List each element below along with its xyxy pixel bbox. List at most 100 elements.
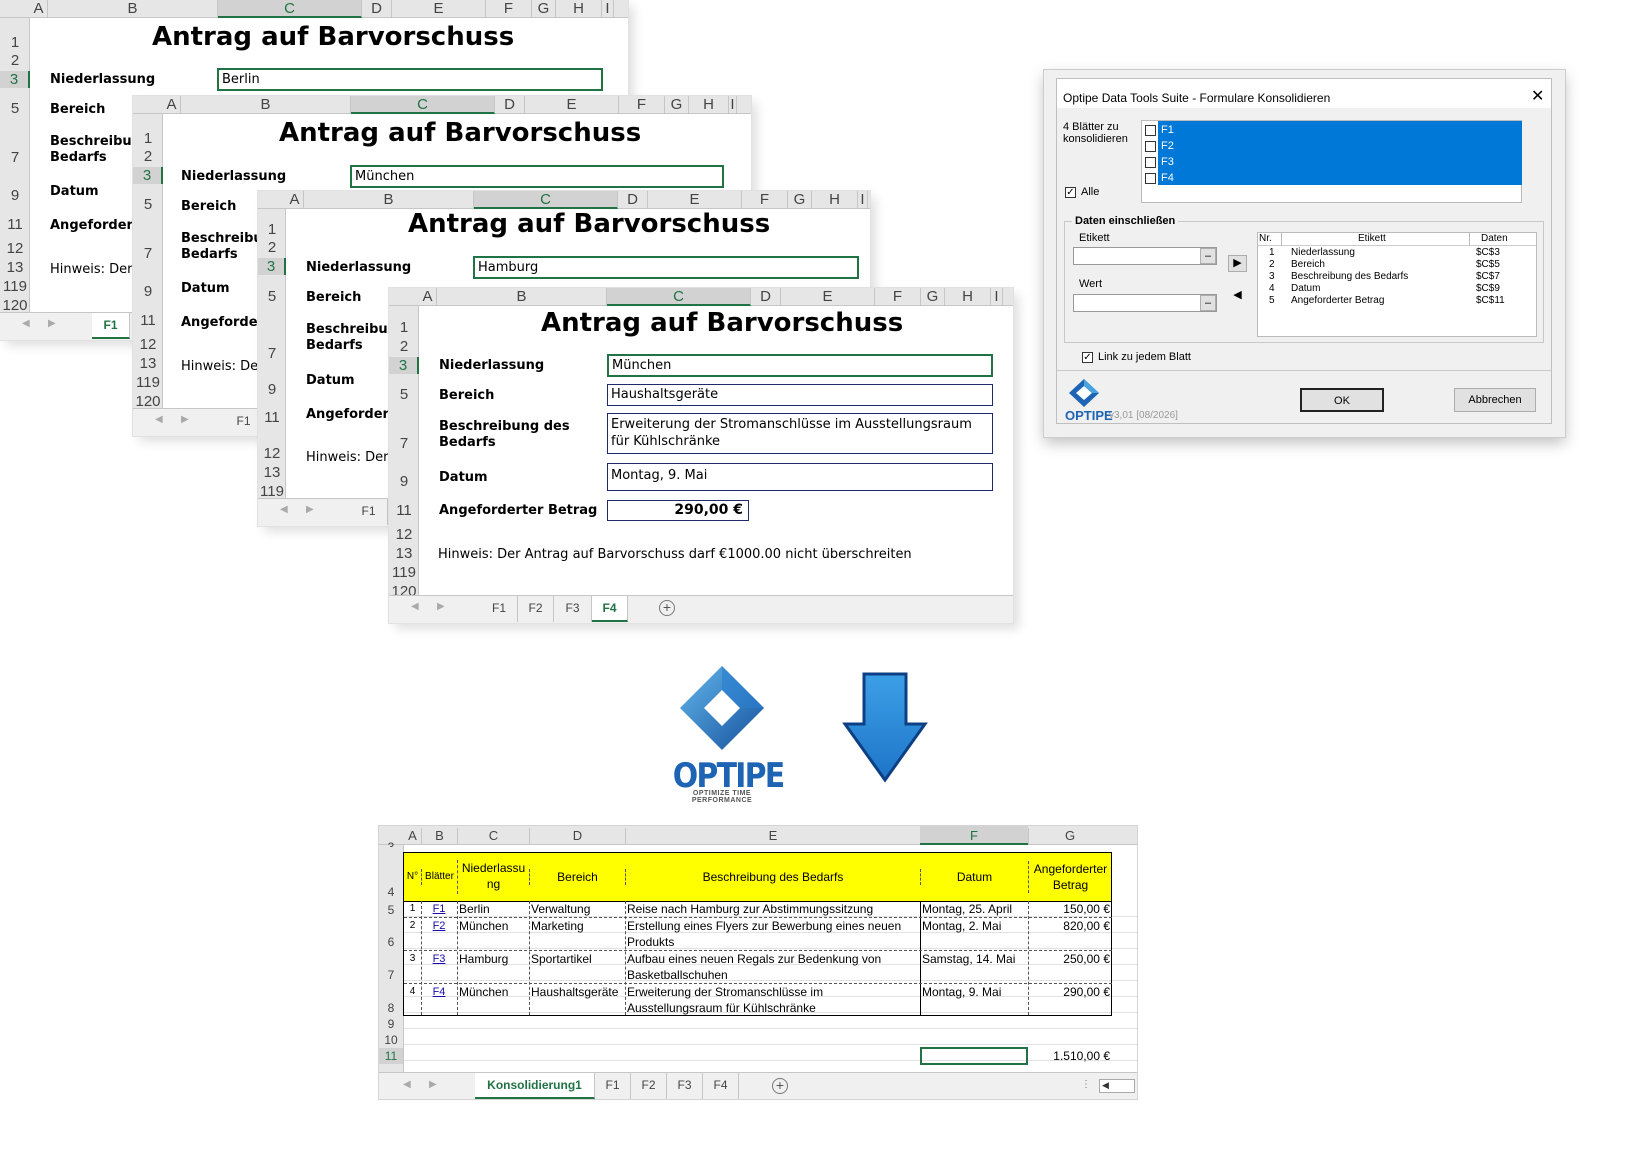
row-11[interactable]: 11: [0, 216, 30, 233]
row-8[interactable]: 8: [379, 1000, 403, 1016]
add-sheet-icon[interactable]: +: [772, 1078, 788, 1094]
tab-next-icon[interactable]: ▶: [181, 414, 189, 425]
list-row-etikett[interactable]: Niederlassung: [1291, 247, 1355, 258]
field-niederlassung[interactable]: München: [607, 354, 993, 377]
row-5[interactable]: 5: [379, 902, 403, 918]
tab-prev-icon[interactable]: ◀: [280, 504, 288, 515]
row-9[interactable]: 9: [0, 187, 30, 204]
row-7[interactable]: 7: [0, 149, 30, 166]
col-d[interactable]: D: [618, 191, 648, 209]
col-b[interactable]: B: [421, 828, 457, 844]
col-h[interactable]: H: [689, 96, 729, 114]
row-10[interactable]: 10: [379, 1032, 403, 1048]
field-beschreibung[interactable]: Erweiterung der Stromanschlüsse im Ausst…: [607, 413, 993, 454]
col-h[interactable]: H: [945, 288, 991, 306]
list-row-etikett[interactable]: Beschreibung des Bedarfs: [1291, 271, 1408, 282]
col-a[interactable]: A: [419, 288, 437, 306]
row-12[interactable]: 12: [133, 336, 163, 353]
col-d[interactable]: D: [529, 828, 625, 844]
row-12[interactable]: 12: [258, 445, 286, 462]
col-f[interactable]: F: [619, 96, 665, 114]
row-11[interactable]: 11: [258, 409, 286, 426]
list-row-etikett[interactable]: Bereich: [1291, 259, 1325, 270]
col-f[interactable]: F: [486, 0, 532, 18]
row-3[interactable]: 3: [133, 167, 163, 184]
col-b[interactable]: B: [48, 0, 218, 18]
row-3[interactable]: 3: [379, 839, 403, 847]
row-9[interactable]: 9: [389, 473, 419, 490]
checkbox-checked-icon[interactable]: ✓: [1082, 351, 1093, 363]
etikett-pick-icon[interactable]: –: [1200, 248, 1216, 264]
field-datum[interactable]: Montag, 9. Mai: [607, 463, 993, 491]
row-13[interactable]: 13: [389, 545, 419, 562]
active-cell[interactable]: [920, 1047, 1028, 1065]
row-7[interactable]: 7: [389, 435, 419, 452]
row-119[interactable]: 119: [133, 374, 163, 391]
row-9[interactable]: 9: [133, 283, 163, 300]
row-12[interactable]: 12: [389, 526, 419, 543]
col-e[interactable]: E: [392, 0, 486, 18]
row-5[interactable]: 5: [258, 288, 286, 305]
field-niederlassung[interactable]: Berlin: [217, 68, 603, 91]
tab-prev-icon[interactable]: ◀: [411, 601, 419, 612]
tab-prev-icon[interactable]: ◀: [22, 318, 30, 329]
row-11[interactable]: 11: [389, 502, 419, 519]
ok-button[interactable]: OK: [1300, 388, 1384, 412]
col-d[interactable]: D: [495, 96, 525, 114]
col-f[interactable]: F: [920, 826, 1028, 845]
col-e[interactable]: E: [648, 191, 742, 209]
etikett-input[interactable]: [1073, 247, 1217, 265]
col-i[interactable]: I: [729, 96, 737, 114]
sheet-link[interactable]: F2: [421, 918, 457, 934]
row-2[interactable]: 2: [133, 148, 163, 165]
col-c[interactable]: C: [474, 191, 618, 209]
sheet-link[interactable]: F3: [421, 951, 457, 967]
col-g[interactable]: G: [1028, 828, 1111, 844]
row-5[interactable]: 5: [133, 196, 163, 213]
row-7[interactable]: 7: [258, 345, 286, 362]
col-a[interactable]: A: [286, 191, 304, 209]
row-13[interactable]: 13: [258, 464, 286, 481]
horizontal-scrollbar[interactable]: ◀: [1099, 1079, 1135, 1093]
col-e[interactable]: E: [625, 828, 920, 844]
cancel-button[interactable]: Abbrechen: [1454, 388, 1536, 412]
remove-row-icon[interactable]: ◀: [1228, 287, 1247, 304]
select-all-checkbox[interactable]: ✓ Alle: [1065, 186, 1099, 198]
sheet-item-f1[interactable]: ✓ F1: [1145, 122, 1174, 138]
tab-next-icon[interactable]: ▶: [437, 601, 445, 612]
tab-f1[interactable]: F1: [92, 313, 130, 339]
col-i[interactable]: I: [858, 191, 868, 209]
col-d[interactable]: D: [362, 0, 392, 18]
tab-konsolidierung1[interactable]: Konsolidierung1: [475, 1073, 595, 1099]
row-2[interactable]: 2: [0, 52, 30, 69]
col-b[interactable]: B: [437, 288, 607, 306]
tab-f4[interactable]: F4: [703, 1073, 739, 1099]
col-c[interactable]: C: [607, 288, 751, 306]
col-i[interactable]: I: [991, 288, 1003, 306]
col-c[interactable]: C: [351, 96, 495, 114]
checkbox-checked-icon[interactable]: ✓: [1145, 156, 1156, 168]
col-f[interactable]: F: [742, 191, 788, 209]
tab-next-icon[interactable]: ▶: [429, 1079, 437, 1090]
row-2[interactable]: 2: [258, 239, 286, 256]
row-11[interactable]: 11: [379, 1048, 403, 1064]
col-c[interactable]: C: [218, 0, 362, 18]
col-e[interactable]: E: [525, 96, 619, 114]
tab-next-icon[interactable]: ▶: [48, 318, 56, 329]
row-1[interactable]: 1: [389, 319, 419, 336]
sheet-link[interactable]: F4: [421, 984, 457, 1000]
link-checkbox[interactable]: ✓ Link zu jedem Blatt: [1082, 351, 1191, 363]
row-13[interactable]: 13: [0, 259, 30, 276]
row-12[interactable]: 12: [0, 240, 30, 257]
row-6[interactable]: 6: [379, 934, 403, 950]
checkbox-checked-icon[interactable]: ✓: [1145, 172, 1156, 184]
sheet-item-f3[interactable]: ✓ F3: [1145, 154, 1174, 170]
wert-input[interactable]: [1073, 294, 1217, 312]
col-g[interactable]: G: [921, 288, 945, 306]
row-1[interactable]: 1: [258, 221, 286, 238]
tab-f4[interactable]: F4: [592, 596, 628, 622]
tab-prev-icon[interactable]: ◀: [403, 1079, 411, 1090]
close-icon[interactable]: ✕: [1531, 86, 1544, 106]
col-i[interactable]: I: [602, 0, 614, 18]
col-a[interactable]: A: [163, 96, 181, 114]
